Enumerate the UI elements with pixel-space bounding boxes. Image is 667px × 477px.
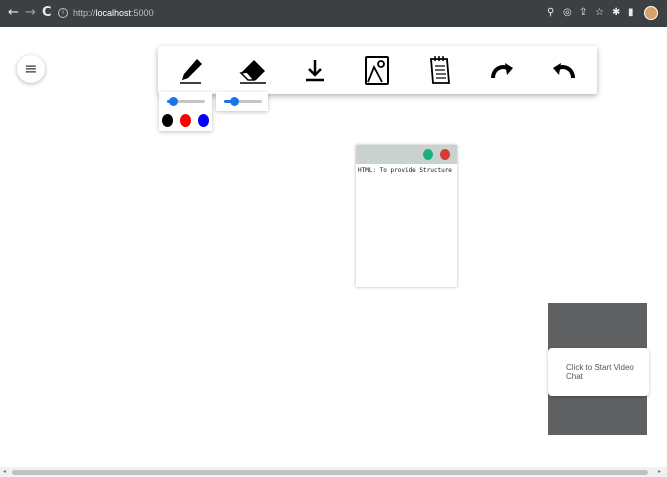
forward-icon[interactable]: → [25,5,36,21]
browser-toolbar: ← → C i http://localhost:5000 ⚲ ◎ ⇪ ☆ ✱ … [0,0,667,27]
undo-icon[interactable] [547,53,581,87]
note-save-button[interactable] [423,149,433,160]
color-swatch-blue[interactable] [198,114,209,127]
extensions-icon[interactable]: ✱ [612,6,620,20]
reload-icon[interactable]: C [42,5,52,21]
scroll-left-icon[interactable]: ◂ [3,468,6,476]
scrollbar-thumb[interactable] [12,470,648,475]
sticky-note[interactable]: HTML: To provide Structure [356,145,457,287]
pen-size-slider[interactable] [167,97,205,106]
back-icon[interactable]: ← [8,5,19,21]
color-swatch-red[interactable] [180,114,191,127]
drawing-toolbar [158,46,597,94]
sticky-note-header[interactable] [356,145,457,164]
site-info-icon[interactable]: i [58,8,68,18]
image-icon[interactable] [360,53,394,87]
url-port: :5000 [131,8,154,18]
download-icon[interactable] [298,53,332,87]
start-video-chat-button[interactable]: Click to Start Video Chat [548,348,649,396]
pencil-icon[interactable] [174,53,208,87]
pen-size-knob[interactable] [169,97,178,106]
profile-avatar[interactable] [644,6,658,20]
url-host: localhost [95,8,132,18]
bookmark-star-icon[interactable]: ☆ [595,6,604,20]
note-close-button[interactable] [440,149,450,160]
color-swatch-black[interactable] [162,114,173,127]
notepad-icon[interactable] [423,53,457,87]
start-video-chat-label: Click to Start Video Chat [566,363,634,381]
eraser-size-knob[interactable] [230,97,239,106]
address-bar[interactable]: i http://localhost:5000 [58,5,154,21]
search-icon[interactable]: ⚲ [547,6,554,20]
sticky-note-text[interactable]: HTML: To provide Structure [358,167,452,175]
eraser-size-slider[interactable] [224,97,262,106]
side-panel-icon[interactable]: ▮ [628,6,634,20]
translate-icon[interactable]: ◎ [563,6,572,20]
eraser-icon[interactable] [236,53,270,87]
scroll-right-icon[interactable]: ▸ [658,468,661,476]
eraser-options-panel [216,92,268,111]
url-scheme: http:// [73,8,96,18]
share-icon[interactable]: ⇪ [579,6,587,20]
menu-button[interactable]: ≡ [17,55,45,83]
redo-icon[interactable] [485,53,519,87]
